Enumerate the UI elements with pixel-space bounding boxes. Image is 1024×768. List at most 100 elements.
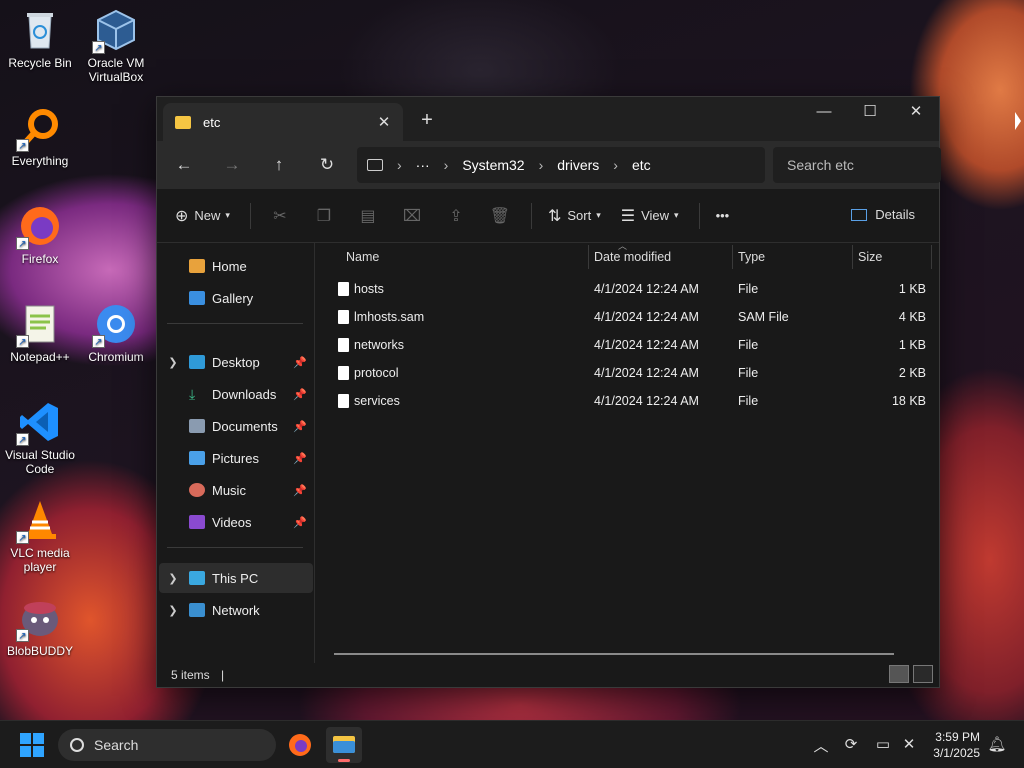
nav-item-gallery[interactable]: Gallery bbox=[159, 283, 313, 313]
nav-item-downloads[interactable]: ⤓ Downloads 📌 bbox=[159, 379, 313, 409]
everything-search-icon: ↗ bbox=[16, 106, 62, 152]
file-type: File bbox=[738, 338, 759, 352]
column-header-type[interactable]: Type bbox=[738, 243, 848, 271]
new-tab-button[interactable]: + bbox=[417, 109, 437, 132]
file-icon bbox=[338, 282, 349, 296]
chevron-right-icon[interactable]: ❯ bbox=[163, 604, 183, 617]
file-row-protocol[interactable]: protocol 4/1/2024 12:24 AM File 2 KB bbox=[316, 359, 926, 387]
nav-item-label: Desktop bbox=[212, 354, 260, 370]
nav-item-videos[interactable]: Videos 📌 bbox=[159, 507, 313, 537]
nav-item-this-pc[interactable]: ❯ This PC bbox=[159, 563, 313, 593]
chevron-right-icon[interactable]: ❯ bbox=[163, 572, 183, 585]
breadcrumb-system32[interactable]: System32 bbox=[462, 157, 524, 173]
details-button[interactable]: Details bbox=[851, 207, 915, 222]
volume-muted-icon[interactable]: ✕ bbox=[898, 735, 920, 753]
nav-item-label: Gallery bbox=[212, 290, 254, 306]
share-icon[interactable]: ⇪ bbox=[443, 206, 469, 226]
taskbar-search[interactable]: Search bbox=[58, 729, 276, 761]
file-icon bbox=[338, 394, 349, 408]
chevron-right-icon: › bbox=[538, 157, 544, 173]
rename-icon[interactable]: ⌧ bbox=[399, 206, 425, 226]
breadcrumb-more[interactable]: ··· bbox=[416, 157, 430, 173]
file-list: ︿ Name Date modified Type Size hosts 4/1… bbox=[316, 241, 939, 663]
file-date: 4/1/2024 12:24 AM bbox=[594, 394, 699, 408]
file-explorer-window: etc ✕ + — ☐ ✕ ← → ↑ ↻ › ··· › System32 ›… bbox=[156, 96, 941, 688]
tab-close-button[interactable]: ✕ bbox=[373, 113, 395, 131]
pictures-icon bbox=[189, 451, 205, 465]
copy-icon[interactable]: ❐ bbox=[311, 206, 337, 226]
column-divider[interactable] bbox=[852, 245, 853, 269]
view-button[interactable]: ☰ View ▾ bbox=[621, 206, 679, 226]
sort-button[interactable]: ⇅ Sort ▾ bbox=[548, 206, 601, 226]
taskbar-firefox[interactable] bbox=[282, 727, 318, 763]
clock[interactable]: 3:59 PM 3/1/2025 bbox=[933, 729, 980, 761]
notifications-bell-icon[interactable]: 🔔︎ bbox=[986, 735, 1008, 753]
navigation-pane: Home Gallery ❯ Desktop 📌 ⤓ Downloads 📌 D… bbox=[157, 243, 315, 663]
maximize-button[interactable]: ☐ bbox=[847, 97, 893, 129]
column-divider[interactable] bbox=[931, 245, 932, 269]
breadcrumb-drivers[interactable]: drivers bbox=[557, 157, 599, 173]
column-header-size[interactable]: Size bbox=[858, 243, 928, 271]
firefox-icon: ↗ bbox=[16, 204, 62, 250]
nav-item-desktop[interactable]: ❯ Desktop 📌 bbox=[159, 347, 313, 377]
desktop-icon-vscode[interactable]: ↗ Visual Studio Code bbox=[0, 400, 80, 476]
file-type: File bbox=[738, 394, 759, 408]
file-row-hosts[interactable]: hosts 4/1/2024 12:24 AM File 1 KB bbox=[316, 275, 926, 303]
horizontal-scrollbar[interactable] bbox=[334, 653, 894, 655]
nav-item-network[interactable]: ❯ Network bbox=[159, 595, 313, 625]
chevron-right-icon[interactable]: ❯ bbox=[163, 356, 183, 369]
breadcrumb[interactable]: › ··· › System32 › drivers › etc bbox=[357, 147, 765, 183]
file-row-lmhosts[interactable]: lmhosts.sam 4/1/2024 12:24 AM SAM File 4… bbox=[316, 303, 926, 331]
column-header-date[interactable]: Date modified bbox=[594, 243, 734, 271]
column-divider[interactable] bbox=[588, 245, 589, 269]
desktop-icon-blobbuddy[interactable]: ↗ BlobBUDDY bbox=[0, 596, 80, 658]
close-button[interactable]: ✕ bbox=[893, 97, 939, 129]
desktop-icon-virtualbox[interactable]: ↗ Oracle VM VirtualBox bbox=[76, 8, 156, 84]
home-icon bbox=[189, 259, 205, 273]
sync-status-icon[interactable]: ⟳ bbox=[840, 735, 862, 753]
desktop-icon-vlc[interactable]: ↗ VLC media player bbox=[0, 498, 80, 574]
column-header-name[interactable]: Name bbox=[346, 243, 586, 271]
back-button[interactable]: ← bbox=[169, 151, 199, 179]
up-button[interactable]: ↑ bbox=[264, 151, 294, 179]
pin-icon: 📌 bbox=[293, 484, 307, 497]
start-button[interactable] bbox=[20, 733, 44, 757]
forward-button[interactable]: → bbox=[217, 151, 247, 179]
nav-item-home[interactable]: Home bbox=[159, 251, 313, 281]
desktop-icon-firefox[interactable]: ↗ Firefox bbox=[0, 204, 80, 266]
show-hidden-icons-button[interactable]: ︿ bbox=[810, 735, 832, 756]
address-bar-row: ← → ↑ ↻ › ··· › System32 › drivers › etc… bbox=[157, 141, 941, 189]
tab-etc[interactable]: etc ✕ bbox=[163, 103, 403, 141]
search-input[interactable]: Search etc bbox=[773, 147, 941, 183]
more-options-button[interactable]: ••• bbox=[716, 208, 730, 223]
file-type: File bbox=[738, 282, 759, 296]
desktop-icon-label: Oracle VM VirtualBox bbox=[87, 56, 145, 84]
paste-icon[interactable]: ▤ bbox=[355, 206, 381, 226]
title-bar[interactable]: etc ✕ + — ☐ ✕ bbox=[157, 97, 939, 141]
delete-icon[interactable]: 🗑 bbox=[487, 206, 513, 226]
file-icon bbox=[338, 338, 349, 352]
nav-item-pictures[interactable]: Pictures 📌 bbox=[159, 443, 313, 473]
desktop-icon-chromium[interactable]: ↗ Chromium bbox=[76, 302, 156, 364]
file-row-networks[interactable]: networks 4/1/2024 12:24 AM File 1 KB bbox=[316, 331, 926, 359]
cut-icon[interactable]: ✂ bbox=[267, 206, 293, 226]
breadcrumb-etc[interactable]: etc bbox=[632, 157, 651, 173]
column-divider[interactable] bbox=[732, 245, 733, 269]
desktop-icon-everything[interactable]: ↗ Everything bbox=[0, 106, 80, 168]
desktop-icon-label: Visual Studio Code bbox=[5, 448, 75, 476]
taskbar-file-explorer[interactable] bbox=[326, 727, 362, 763]
taskbar: Search ︿ ⟳ ▭ ✕ 3:59 PM 3/1/2025 🔔︎ bbox=[0, 720, 1024, 768]
desktop-icon-recycle-bin[interactable]: Recycle Bin bbox=[0, 8, 80, 70]
details-view-button[interactable] bbox=[889, 665, 909, 683]
desktop-icon-notepadpp[interactable]: ↗ Notepad++ bbox=[0, 302, 80, 364]
tiles-view-button[interactable] bbox=[913, 665, 933, 683]
nav-item-music[interactable]: Music 📌 bbox=[159, 475, 313, 505]
file-row-services[interactable]: services 4/1/2024 12:24 AM File 18 KB bbox=[316, 387, 926, 415]
refresh-button[interactable]: ↻ bbox=[312, 151, 342, 179]
network-status-icon[interactable]: ▭ bbox=[872, 735, 894, 753]
nav-item-label: Pictures bbox=[212, 450, 259, 466]
minimize-button[interactable]: — bbox=[801, 97, 847, 129]
nav-item-label: Music bbox=[212, 482, 246, 498]
new-button[interactable]: ⊕ New ▾ bbox=[175, 206, 230, 226]
nav-item-documents[interactable]: Documents 📌 bbox=[159, 411, 313, 441]
